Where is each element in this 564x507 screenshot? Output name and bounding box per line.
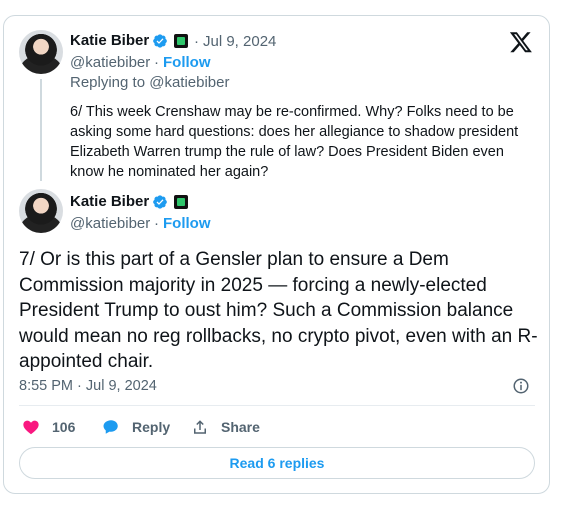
share-icon xyxy=(194,420,206,434)
share-label: Share xyxy=(221,419,260,435)
reply-label: Reply xyxy=(132,419,171,435)
follow-button[interactable]: Follow xyxy=(163,215,211,232)
tweet-date[interactable]: Jul 9, 2024 xyxy=(203,33,276,50)
avatar[interactable] xyxy=(19,30,63,74)
avatar[interactable] xyxy=(19,189,63,233)
separator-dot: · xyxy=(194,33,199,50)
tweet-timestamp[interactable]: 8:55 PM · Jul 9, 2024 xyxy=(19,378,157,394)
affiliation-badge-icon xyxy=(174,195,188,209)
divider xyxy=(19,405,535,406)
separator-dot: · xyxy=(154,54,159,71)
replying-to-label: Replying to @katiebiber xyxy=(70,74,230,91)
author-name[interactable]: Katie Biber xyxy=(70,193,149,210)
like-button[interactable]: 106 xyxy=(22,418,75,436)
x-logo-icon[interactable] xyxy=(509,30,533,54)
affiliation-badge-icon xyxy=(174,34,188,48)
author-name[interactable]: Katie Biber xyxy=(70,32,149,49)
main-tweet-text: 7/ Or is this part of a Gensler plan to … xyxy=(19,249,538,372)
share-button[interactable]: Share xyxy=(191,418,260,436)
follow-button[interactable]: Follow xyxy=(163,54,211,71)
like-count: 106 xyxy=(52,419,76,435)
verified-badge-icon xyxy=(153,34,167,48)
info-icon[interactable] xyxy=(512,377,530,395)
separator-dot: · xyxy=(154,215,159,232)
verified-badge-icon xyxy=(153,195,167,209)
author-handle[interactable]: @katiebiber xyxy=(70,215,150,232)
reply-button[interactable]: Reply xyxy=(102,418,170,436)
thread-connector-line xyxy=(40,79,42,181)
speech-bubble-icon xyxy=(103,420,118,434)
heart-icon xyxy=(23,420,39,435)
read-replies-button[interactable]: Read 6 replies xyxy=(19,447,535,479)
author-handle[interactable]: @katiebiber xyxy=(70,54,150,71)
reply-tweet-text: 6/ This week Crenshaw may be re-confirme… xyxy=(70,104,519,180)
